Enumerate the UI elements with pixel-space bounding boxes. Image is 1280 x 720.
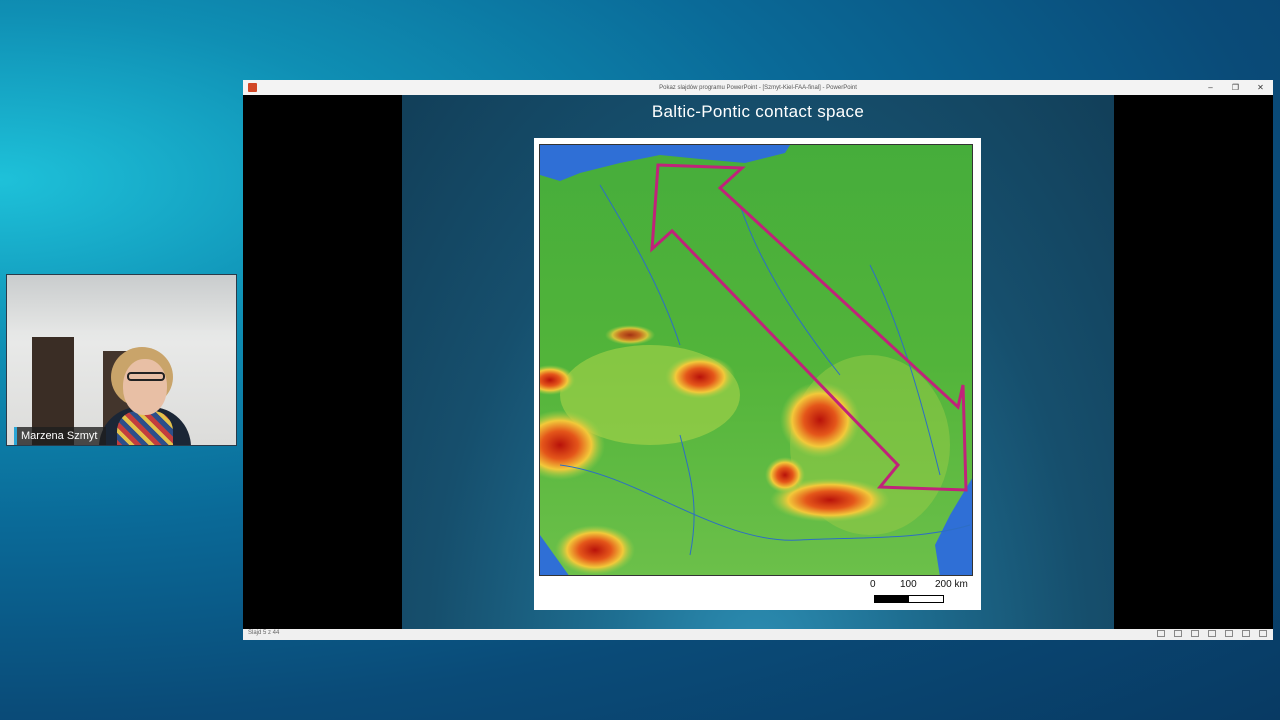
status-bar: Slajd 5 z 44 [243, 629, 1273, 640]
participant-glasses [127, 372, 165, 381]
scale-label-200: 200 km [935, 579, 968, 590]
slide-counter: Slajd 5 z 44 [248, 630, 280, 636]
powerpoint-window[interactable]: Pokaz slajdów programu PowerPoint - [Szm… [243, 80, 1273, 640]
video-background [7, 275, 236, 330]
reading-view-icon[interactable] [1242, 630, 1250, 637]
participant-face [123, 359, 167, 415]
window-title: Pokaz slajdów programu PowerPoint - [Szm… [659, 84, 857, 91]
tatra-mountains [665, 355, 735, 399]
normal-view-icon[interactable] [1208, 630, 1216, 637]
status-bar-icons [1157, 630, 1267, 637]
powerpoint-app-icon [248, 83, 257, 92]
sudetes [605, 325, 655, 345]
restore-icon[interactable]: ❐ [1223, 80, 1248, 95]
scale-bar-black-segment [875, 596, 909, 602]
scale-bar [874, 595, 944, 603]
previous-slide-icon[interactable] [1157, 630, 1165, 637]
close-icon[interactable]: ✕ [1248, 80, 1273, 95]
participant-scarf [117, 411, 173, 445]
window-controls: – ❐ ✕ [1198, 80, 1273, 95]
eastern-carpathians [780, 382, 860, 458]
scale-label-0: 0 [870, 579, 876, 590]
window-titlebar[interactable]: Pokaz slajdów programu PowerPoint - [Szm… [243, 80, 1273, 95]
map-figure: 0 100 200 km [534, 138, 981, 610]
dinaric-alps [555, 525, 635, 575]
relief-map-svg [540, 145, 972, 575]
participant-video-tile[interactable]: Marzena Szmyt [6, 274, 237, 446]
slide-canvas[interactable]: Baltic-Pontic contact space 0 100 200 km [402, 95, 1114, 629]
slide-sorter-icon[interactable] [1225, 630, 1233, 637]
relief-map [539, 144, 973, 576]
slideshow-icon[interactable] [1259, 630, 1267, 637]
next-slide-icon[interactable] [1191, 630, 1199, 637]
minimize-icon[interactable]: – [1198, 80, 1223, 95]
scale-label-100: 100 [900, 579, 917, 590]
notes-icon[interactable] [1174, 630, 1182, 637]
participant-name-label: Marzena Szmyt [14, 427, 107, 445]
apuseni-mountains [765, 457, 805, 493]
slide-title: Baltic-Pontic contact space [651, 102, 865, 121]
